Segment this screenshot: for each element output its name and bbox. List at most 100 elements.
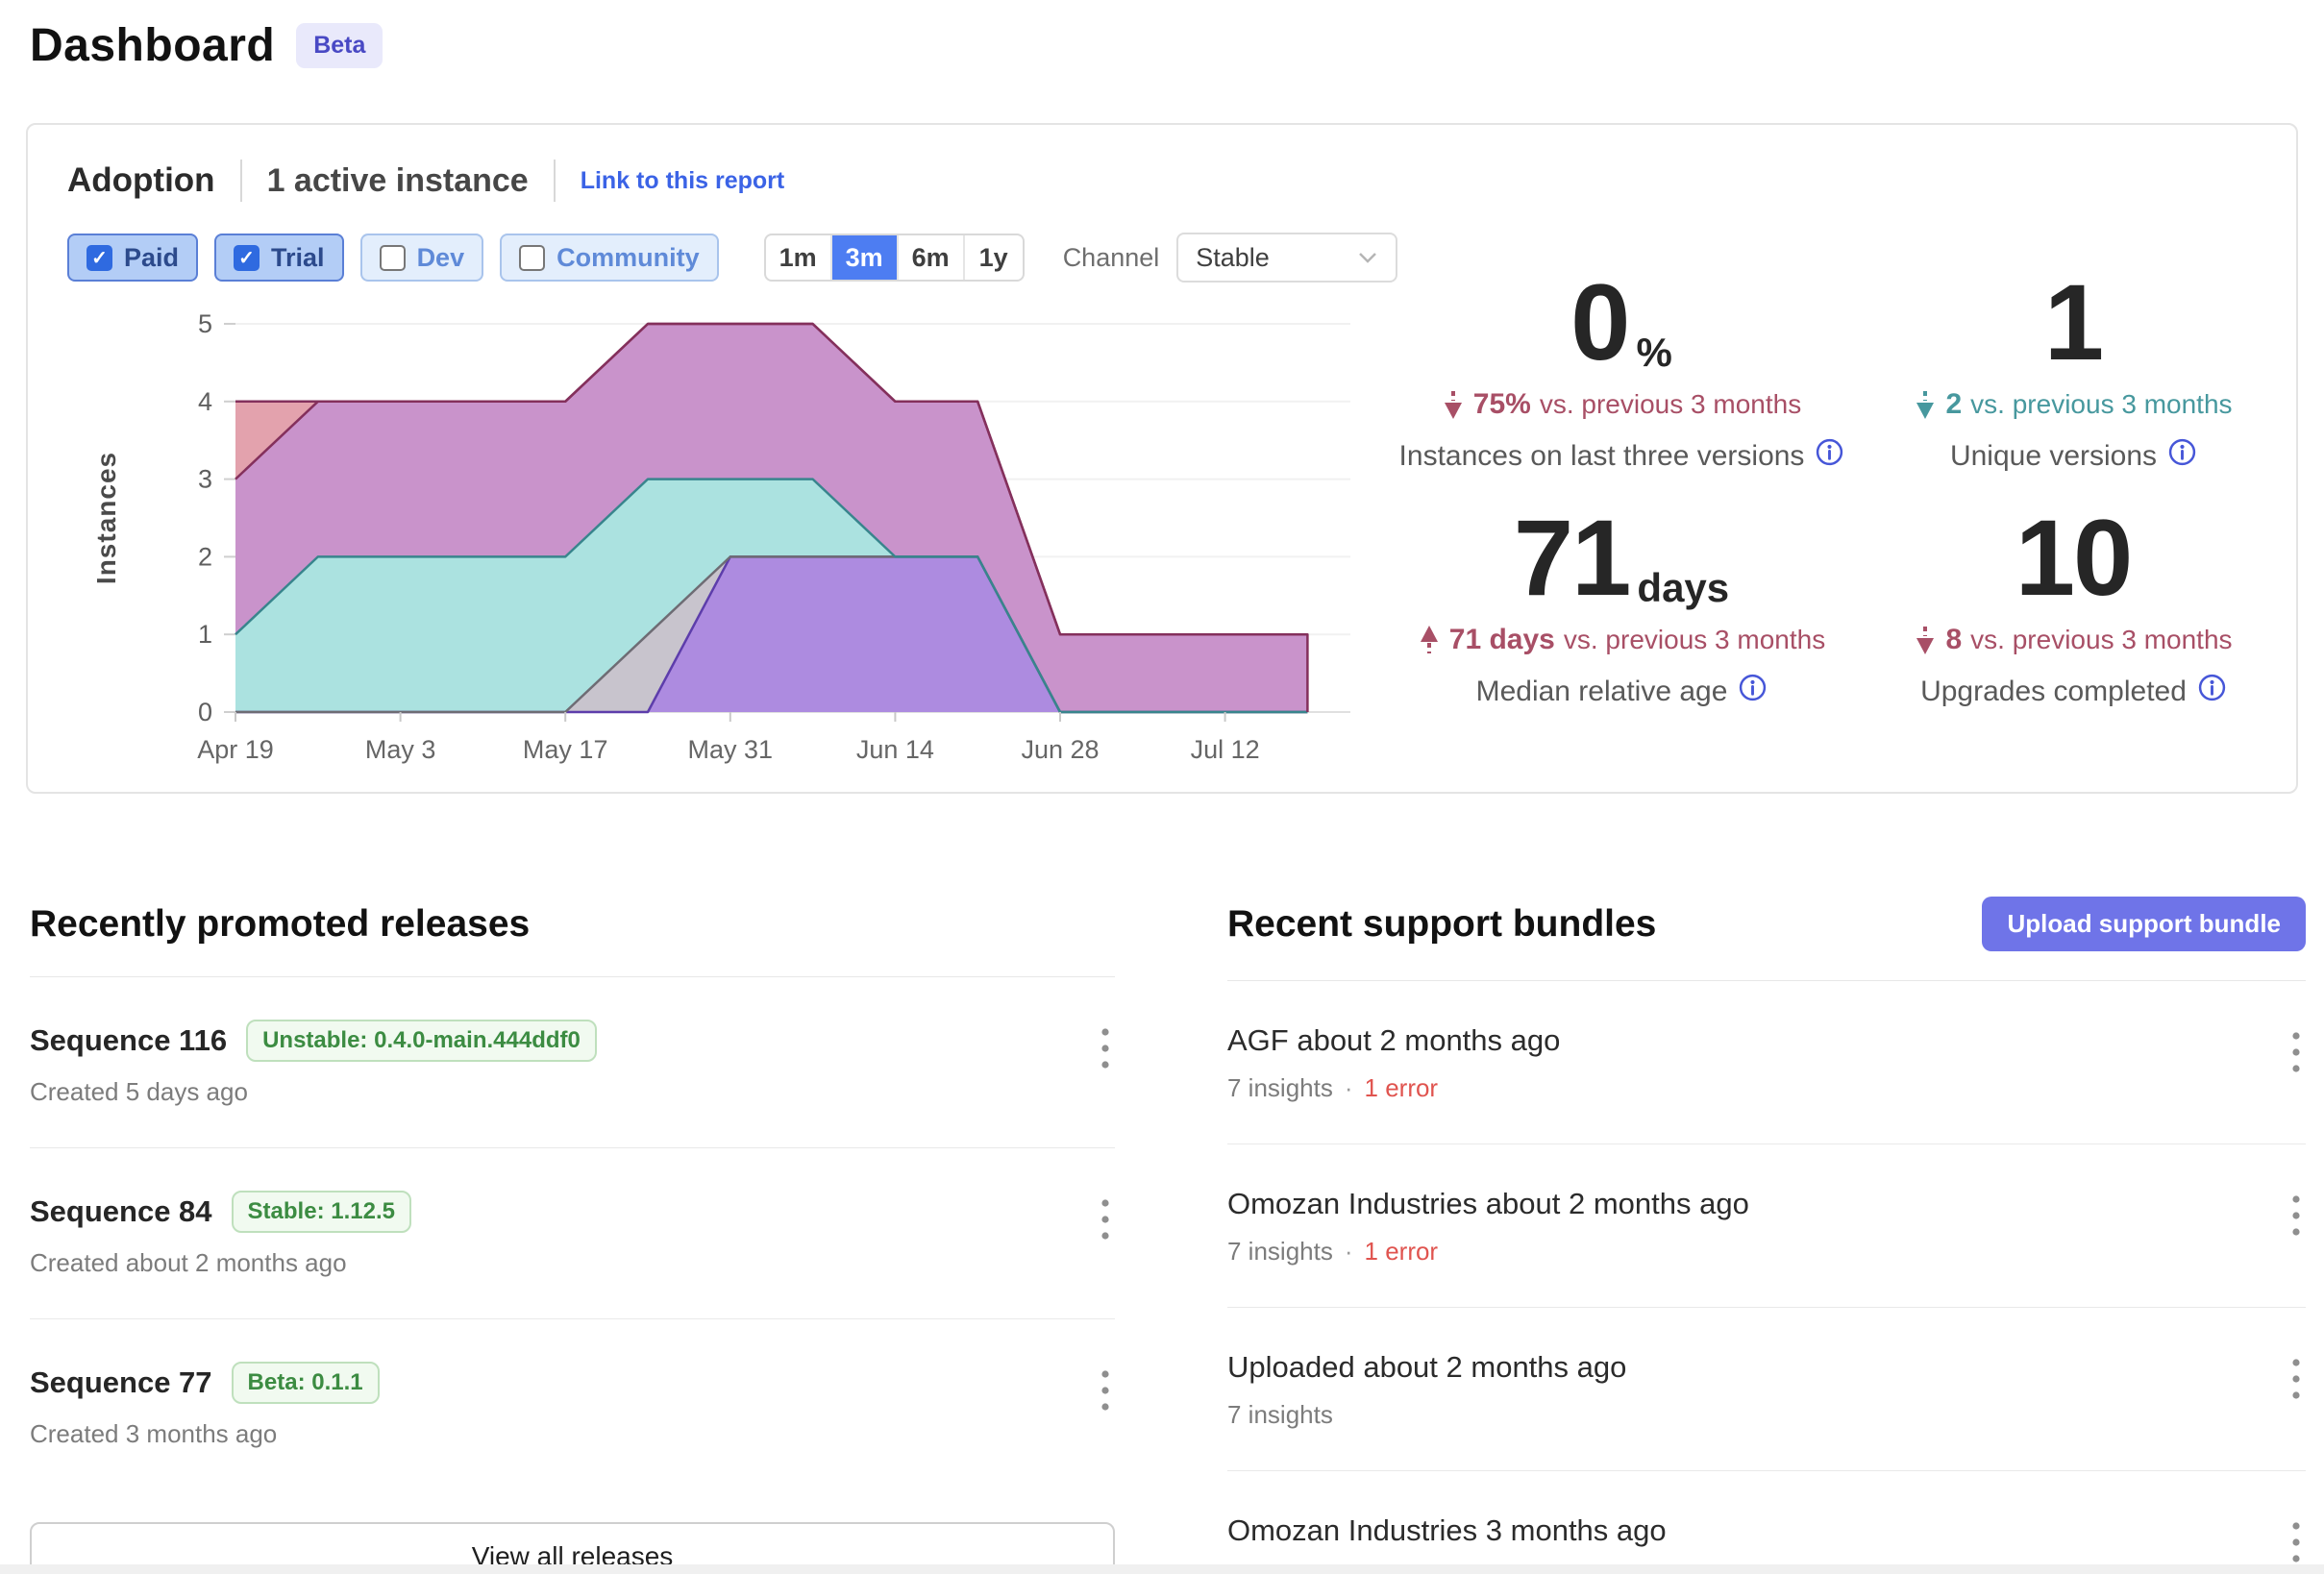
release-title-row: Sequence 84 Stable: 1.12.5 bbox=[30, 1191, 1115, 1233]
svg-text:May 31: May 31 bbox=[688, 735, 774, 764]
svg-text:5: 5 bbox=[198, 309, 212, 338]
checkbox-paid[interactable] bbox=[87, 245, 112, 271]
release-row[interactable]: Sequence 77 Beta: 0.1.1 Created 3 months… bbox=[30, 1319, 1115, 1489]
kebab-menu-icon[interactable] bbox=[2290, 1029, 2302, 1080]
stat-delta: 75% vs. previous 3 months bbox=[1442, 388, 1801, 421]
stat-unit: days bbox=[1637, 568, 1729, 608]
stat-label: Upgrades completed bbox=[1920, 674, 2226, 709]
kebab-menu-icon[interactable] bbox=[2290, 1356, 2302, 1407]
filter-chip-paid[interactable]: Paid bbox=[67, 234, 198, 282]
checkbox-community[interactable] bbox=[519, 245, 545, 271]
adoption-card-header: Adoption 1 active instance Link to this … bbox=[67, 160, 784, 202]
kebab-menu-icon[interactable] bbox=[2290, 1519, 2302, 1570]
kebab-menu-icon[interactable] bbox=[1100, 1025, 1111, 1076]
svg-text:Jul 12: Jul 12 bbox=[1191, 735, 1260, 764]
stat-label: Instances on last three versions bbox=[1399, 438, 1844, 474]
header-divider bbox=[554, 160, 556, 202]
bundle-title: Omozan Industries about 2 months ago bbox=[1227, 1187, 2306, 1221]
bundle-row[interactable]: Uploaded about 2 months ago 7 insights · bbox=[1227, 1308, 2306, 1471]
delta-suffix: vs. previous 3 months bbox=[1564, 625, 1825, 655]
meta-separator: · bbox=[1345, 1073, 1353, 1103]
bundle-insights: 7 insights bbox=[1227, 1237, 1333, 1267]
page-header: Dashboard Beta bbox=[30, 19, 383, 72]
filter-label: Trial bbox=[271, 243, 325, 273]
filter-label: Paid bbox=[124, 243, 179, 273]
delta-suffix: vs. previous 3 months bbox=[1540, 389, 1801, 420]
stat-number: 10 bbox=[2015, 504, 2132, 612]
checkbox-dev[interactable] bbox=[380, 245, 406, 271]
releases-heading: Recently promoted releases bbox=[30, 903, 1115, 946]
delta-value: 2 bbox=[1945, 388, 1962, 421]
info-icon[interactable] bbox=[2198, 674, 2226, 709]
stat-upgrades-completed: 10 8 vs. previous 3 months Upgrades comp… bbox=[1847, 504, 2299, 740]
time-range-group: 1m 3m 6m 1y bbox=[764, 234, 1025, 282]
stat-label-text: Upgrades completed bbox=[1920, 676, 2187, 708]
range-button-1y[interactable]: 1y bbox=[965, 235, 1023, 280]
bundle-title: Uploaded about 2 months ago bbox=[1227, 1350, 2306, 1385]
svg-text:3: 3 bbox=[198, 465, 212, 494]
release-title: Sequence 84 bbox=[30, 1194, 212, 1229]
stat-number: 0 % bbox=[1570, 269, 1672, 377]
release-title-row: Sequence 116 Unstable: 0.4.0-main.444ddf… bbox=[30, 1020, 1115, 1062]
beta-badge: Beta bbox=[296, 23, 383, 68]
releases-heading-row: Recently promoted releases bbox=[30, 903, 1115, 977]
bundles-heading: Recent support bundles bbox=[1227, 903, 1656, 946]
stat-label-text: Median relative age bbox=[1476, 676, 1728, 708]
stat-unit: % bbox=[1636, 332, 1671, 373]
upload-support-bundle-button[interactable]: Upload support bundle bbox=[1982, 897, 2306, 951]
range-button-6m[interactable]: 6m bbox=[899, 235, 965, 280]
range-button-1m[interactable]: 1m bbox=[766, 235, 832, 280]
adoption-title: Adoption bbox=[67, 161, 215, 200]
release-row[interactable]: Sequence 116 Unstable: 0.4.0-main.444ddf… bbox=[30, 977, 1115, 1148]
adoption-controls: Paid Trial Dev Community 1m 3m 6m 1y Cha… bbox=[67, 233, 1397, 283]
link-to-report[interactable]: Link to this report bbox=[581, 167, 785, 195]
svg-text:May 3: May 3 bbox=[365, 735, 436, 764]
channel-select[interactable]: Stable bbox=[1176, 233, 1397, 283]
page-title: Dashboard bbox=[30, 19, 275, 72]
bundle-row[interactable]: AGF about 2 months ago 7 insights · 1 er… bbox=[1227, 981, 2306, 1144]
bundle-error-count: 1 error bbox=[1365, 1237, 1439, 1267]
release-title: Sequence 77 bbox=[30, 1365, 212, 1400]
stat-value: 1 bbox=[2044, 269, 2102, 377]
kebab-menu-icon[interactable] bbox=[1100, 1367, 1111, 1418]
adoption-stats: 0 % 75% vs. previous 3 months Instances … bbox=[1396, 269, 2300, 740]
svg-text:0: 0 bbox=[198, 698, 212, 726]
info-icon[interactable] bbox=[1816, 438, 1843, 474]
filter-chip-trial[interactable]: Trial bbox=[214, 234, 344, 282]
delta-value: 8 bbox=[1945, 624, 1962, 656]
stat-label: Median relative age bbox=[1476, 674, 1768, 709]
release-created: Created about 2 months ago bbox=[30, 1248, 1115, 1278]
svg-text:1: 1 bbox=[198, 620, 212, 649]
kebab-menu-icon[interactable] bbox=[1100, 1196, 1111, 1247]
release-title: Sequence 116 bbox=[30, 1023, 227, 1058]
svg-text:2: 2 bbox=[198, 542, 212, 571]
stat-value: 71 bbox=[1514, 504, 1630, 612]
bundle-row[interactable]: Omozan Industries about 2 months ago 7 i… bbox=[1227, 1144, 2306, 1308]
release-badge: Beta: 0.1.1 bbox=[232, 1362, 380, 1404]
range-button-3m[interactable]: 3m bbox=[832, 235, 899, 280]
release-badge: Stable: 1.12.5 bbox=[232, 1191, 411, 1233]
header-divider bbox=[240, 160, 242, 202]
bundle-insights: 7 insights bbox=[1227, 1073, 1333, 1103]
release-badge: Unstable: 0.4.0-main.444ddf0 bbox=[246, 1020, 597, 1062]
delta-value: 75% bbox=[1473, 388, 1531, 421]
stat-median-relative-age: 71 days 71 days vs. previous 3 months Me… bbox=[1396, 504, 1847, 740]
bundle-row[interactable]: Omozan Industries 3 months ago 7 insight… bbox=[1227, 1471, 2306, 1574]
checkbox-trial[interactable] bbox=[234, 245, 260, 271]
filter-chip-dev[interactable]: Dev bbox=[360, 234, 484, 282]
delta-suffix: vs. previous 3 months bbox=[1970, 625, 2232, 655]
filter-chip-community[interactable]: Community bbox=[500, 234, 719, 282]
stat-instances-last-three-versions: 0 % 75% vs. previous 3 months Instances … bbox=[1396, 269, 1847, 504]
adoption-card: Adoption 1 active instance Link to this … bbox=[26, 123, 2298, 794]
delta-suffix: vs. previous 3 months bbox=[1970, 389, 2232, 420]
bundle-insights: 7 insights bbox=[1227, 1400, 1333, 1430]
kebab-menu-icon[interactable] bbox=[2290, 1193, 2302, 1243]
delta-value: 71 days bbox=[1449, 624, 1555, 656]
info-icon[interactable] bbox=[1739, 674, 1767, 709]
info-icon[interactable] bbox=[2168, 438, 2196, 474]
stat-delta: 71 days vs. previous 3 months bbox=[1418, 624, 1825, 656]
stat-value: 10 bbox=[2015, 504, 2132, 612]
bundle-error-count: 1 error bbox=[1365, 1073, 1439, 1103]
stat-number: 71 days bbox=[1514, 504, 1729, 612]
release-row[interactable]: Sequence 84 Stable: 1.12.5 Created about… bbox=[30, 1148, 1115, 1319]
